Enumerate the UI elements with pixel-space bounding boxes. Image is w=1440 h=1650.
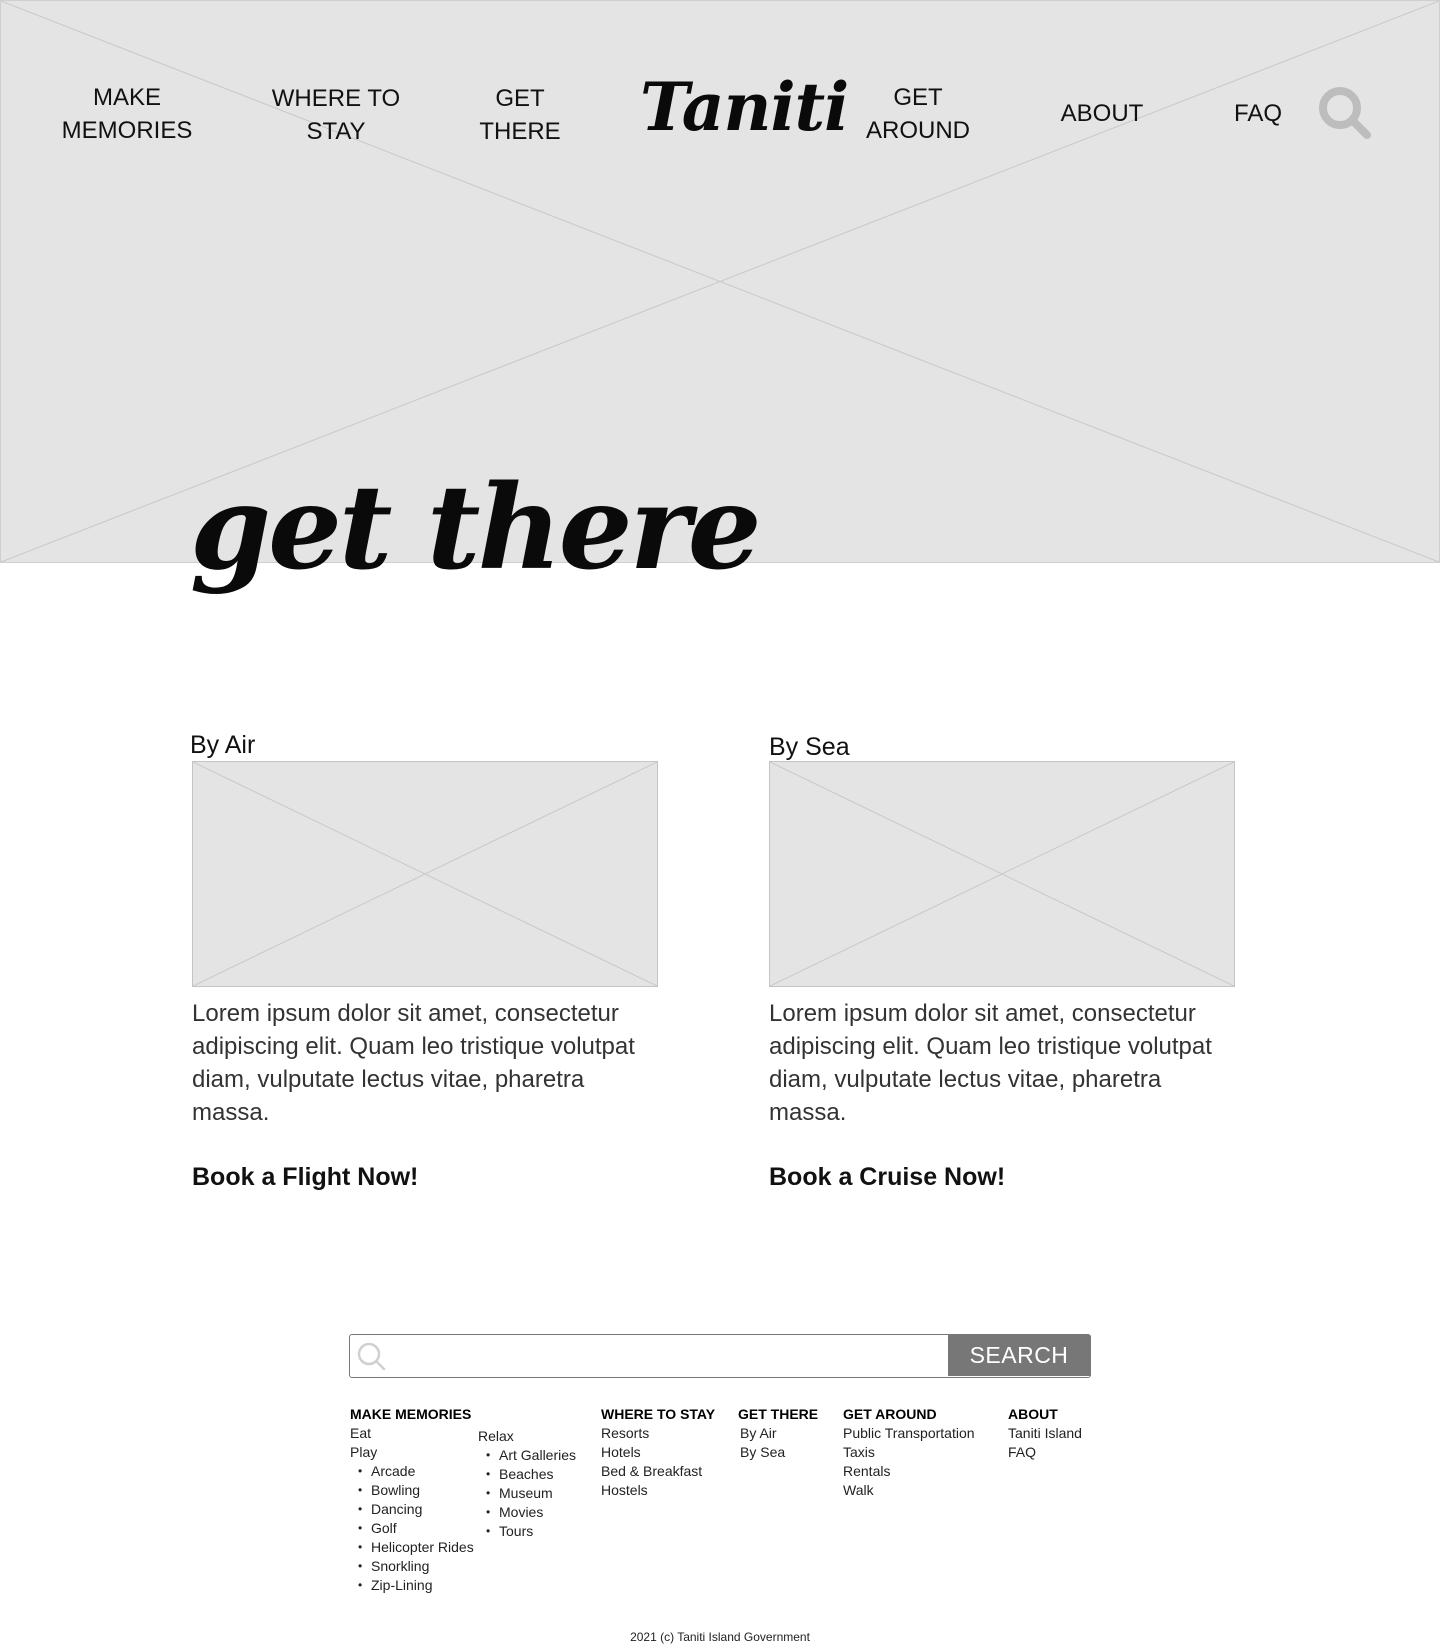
card-title-by-sea: By Sea <box>769 733 850 761</box>
footer-link-play[interactable]: Play <box>350 1443 474 1462</box>
footer-link[interactable]: Helicopter Rides <box>350 1538 474 1557</box>
nav-get-around[interactable]: GET AROUND <box>848 81 988 147</box>
footer-link[interactable]: Art Galleries <box>478 1446 576 1465</box>
footer-heading: WHERE TO STAY <box>601 1406 716 1422</box>
footer-link[interactable]: Walk <box>843 1481 975 1500</box>
footer-heading: GET THERE <box>738 1406 819 1422</box>
card-image-by-air <box>192 761 658 987</box>
search-icon[interactable] <box>1318 86 1372 140</box>
footer-link[interactable]: Hotels <box>601 1443 715 1462</box>
footer-link[interactable]: By Sea <box>738 1443 818 1462</box>
footer-heading: MAKE MEMORIES <box>350 1406 472 1422</box>
page-title: get there <box>190 460 762 596</box>
footer-heading: GET AROUND <box>843 1406 937 1422</box>
card-title-by-air: By Air <box>190 731 256 759</box>
footer-link[interactable]: Taniti Island <box>1008 1424 1082 1443</box>
footer-heading: ABOUT <box>1008 1406 1058 1422</box>
footer-col-get-there: GET THERE By Air By Sea <box>738 1405 818 1462</box>
image-placeholder-cross <box>193 762 657 986</box>
image-placeholder-cross <box>770 762 1234 986</box>
footer-link[interactable]: Rentals <box>843 1462 975 1481</box>
footer-col-where-to-stay: WHERE TO STAY Resorts Hotels Bed & Break… <box>601 1405 715 1500</box>
footer-link[interactable]: Dancing <box>350 1500 474 1519</box>
footer-link[interactable]: Snorkling <box>350 1557 474 1576</box>
footer-link[interactable]: Hostels <box>601 1481 715 1500</box>
footer-col-make-memories: MAKE MEMORIES Eat Play Arcade Bowling Da… <box>350 1405 474 1595</box>
footer-link[interactable]: Movies <box>478 1503 576 1522</box>
footer-link[interactable]: FAQ <box>1008 1443 1082 1462</box>
card-text-by-air: Lorem ipsum dolor sit amet, consectetur … <box>192 1000 635 1126</box>
footer-link[interactable]: Museum <box>478 1484 576 1503</box>
footer-link[interactable]: Beaches <box>478 1465 576 1484</box>
footer-link[interactable]: Resorts <box>601 1424 715 1443</box>
book-cruise-link[interactable]: Book a Cruise Now! <box>769 1163 1005 1192</box>
footer-link[interactable]: Golf <box>350 1519 474 1538</box>
footer-link[interactable]: Bed & Breakfast <box>601 1462 715 1481</box>
card-text-by-sea: Lorem ipsum dolor sit amet, consectetur … <box>769 1000 1212 1126</box>
nav-where-to-stay[interactable]: WHERE TO STAY <box>256 82 416 148</box>
search-icon <box>357 1342 386 1371</box>
footer-link[interactable]: Public Transportation <box>843 1424 975 1443</box>
footer-col-relax: Relax Art Galleries Beaches Museum Movie… <box>478 1427 576 1541</box>
book-flight-link[interactable]: Book a Flight Now! <box>192 1163 418 1192</box>
footer-link-relax[interactable]: Relax <box>478 1427 576 1446</box>
nav-get-there[interactable]: GET THERE <box>450 82 590 148</box>
footer-play-list: Arcade Bowling Dancing Golf Helicopter R… <box>350 1462 474 1595</box>
nav-faq[interactable]: FAQ <box>1213 97 1303 130</box>
nav-make-memories[interactable]: MAKE MEMORIES <box>47 81 207 147</box>
footer-link[interactable]: Arcade <box>350 1462 474 1481</box>
nav-about[interactable]: ABOUT <box>1042 97 1162 130</box>
footer-link[interactable]: Zip-Lining <box>350 1576 474 1595</box>
footer-search-input[interactable] <box>390 1335 950 1375</box>
footer-link[interactable]: Taxis <box>843 1443 975 1462</box>
footer-search-bar: SEARCH <box>349 1334 1091 1378</box>
footer-col-about: ABOUT Taniti Island FAQ <box>1008 1405 1082 1462</box>
card-image-by-sea <box>769 761 1235 987</box>
footer-col-get-around: GET AROUND Public Transportation Taxis R… <box>843 1405 975 1500</box>
footer-link[interactable]: By Air <box>738 1424 818 1443</box>
copyright: 2021 (c) Taniti Island Government <box>630 1630 810 1644</box>
footer-link-eat[interactable]: Eat <box>350 1424 474 1443</box>
footer-relax-list: Art Galleries Beaches Museum Movies Tour… <box>478 1446 576 1541</box>
logo[interactable]: Taniti <box>640 68 849 146</box>
search-button[interactable]: SEARCH <box>948 1335 1090 1376</box>
footer-link[interactable]: Bowling <box>350 1481 474 1500</box>
footer-link[interactable]: Tours <box>478 1522 576 1541</box>
